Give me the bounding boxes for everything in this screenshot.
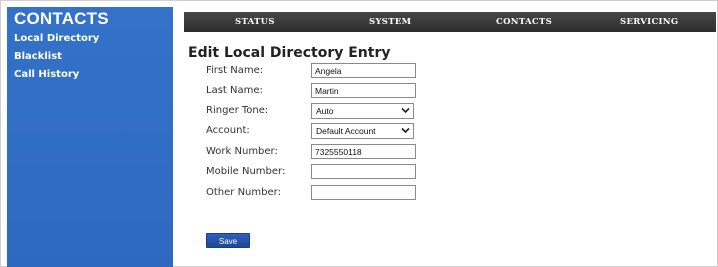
tab-status[interactable]: STATUS [235, 12, 275, 32]
tab-system[interactable]: SYSTEM [369, 12, 411, 32]
chevron-down-icon [401, 107, 410, 114]
first-name-label: First Name: [206, 65, 264, 76]
other-number-label: Other Number: [206, 187, 281, 198]
ringer-tone-value: Auto [316, 106, 334, 116]
first-name-field[interactable] [311, 63, 416, 78]
account-label: Account: [206, 125, 250, 136]
other-number-field[interactable] [311, 185, 416, 200]
account-value: Default Account [316, 126, 376, 136]
ringer-tone-select[interactable]: Auto [311, 103, 414, 119]
chevron-down-icon [401, 127, 410, 134]
ringer-tone-label: Ringer Tone: [206, 105, 269, 116]
tab-servicing[interactable]: SERVICING [620, 12, 678, 32]
sidebar-item-local-directory[interactable]: Local Directory [14, 33, 99, 44]
work-number-label: Work Number: [206, 146, 278, 157]
save-button[interactable]: Save [206, 233, 250, 248]
sidebar-item-blacklist[interactable]: Blacklist [14, 51, 62, 62]
sidebar: CONTACTS Local Directory Blacklist Call … [7, 7, 173, 267]
mobile-number-label: Mobile Number: [206, 166, 286, 177]
last-name-label: Last Name: [206, 85, 263, 96]
account-select[interactable]: Default Account [311, 123, 414, 139]
top-nav: STATUS SYSTEM CONTACTS SERVICING [184, 12, 716, 32]
tab-contacts[interactable]: CONTACTS [496, 12, 552, 32]
sidebar-item-call-history[interactable]: Call History [14, 69, 79, 80]
page-title: Edit Local Directory Entry [188, 45, 391, 61]
sidebar-title: CONTACTS [14, 9, 109, 28]
last-name-field[interactable] [311, 83, 416, 98]
mobile-number-field[interactable] [311, 164, 416, 179]
work-number-field[interactable] [311, 144, 416, 159]
